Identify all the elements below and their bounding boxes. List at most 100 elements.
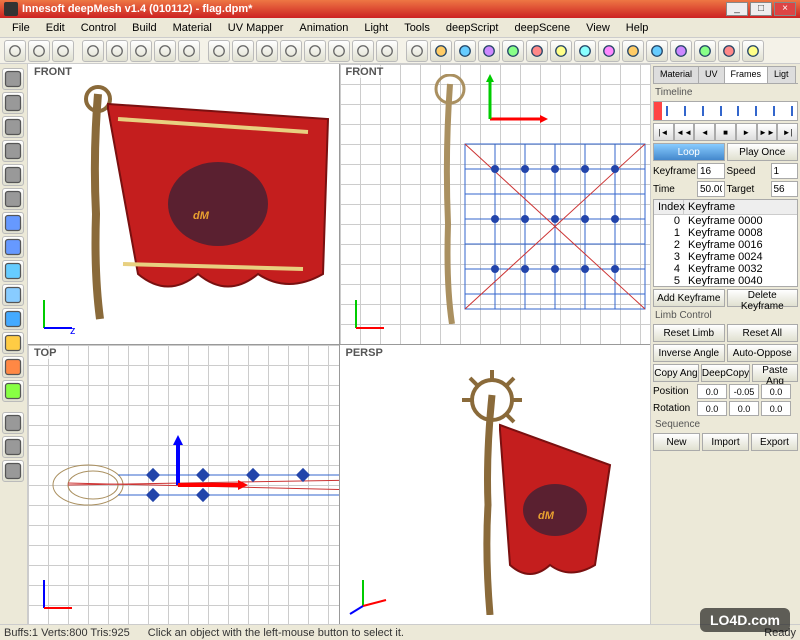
- fit-icon[interactable]: [2, 188, 24, 210]
- tube-icon[interactable]: [574, 40, 596, 62]
- pin-icon[interactable]: [742, 40, 764, 62]
- export-button[interactable]: Export: [751, 433, 798, 451]
- rot-x-input[interactable]: [697, 401, 727, 416]
- pos-z-input[interactable]: [761, 384, 791, 399]
- shaded-icon[interactable]: [2, 308, 24, 330]
- grid-icon[interactable]: [2, 212, 24, 234]
- rotate-icon[interactable]: [256, 40, 278, 62]
- menu-deepscript[interactable]: deepScript: [438, 20, 507, 36]
- viewport-persp[interactable]: PERSP dM: [340, 345, 651, 625]
- loop-button[interactable]: Loop: [653, 143, 725, 161]
- orbit-icon[interactable]: [2, 164, 24, 186]
- copy-icon[interactable]: [106, 40, 128, 62]
- step-back-button[interactable]: ◄◄: [674, 123, 695, 141]
- menu-control[interactable]: Control: [73, 20, 124, 36]
- close-button[interactable]: ×: [774, 2, 796, 16]
- tab-uv[interactable]: UV: [698, 66, 725, 83]
- sphere-icon[interactable]: [454, 40, 476, 62]
- quad-icon[interactable]: [2, 236, 24, 258]
- pos-y-input[interactable]: [729, 384, 759, 399]
- single-icon[interactable]: [2, 260, 24, 282]
- deep-copy-button[interactable]: DeepCopy: [701, 364, 750, 382]
- menu-file[interactable]: File: [4, 20, 38, 36]
- cone-icon[interactable]: [526, 40, 548, 62]
- delete-keyframe-button[interactable]: Delete Keyframe: [727, 289, 799, 307]
- menu-view[interactable]: View: [578, 20, 618, 36]
- redo-icon[interactable]: [178, 40, 200, 62]
- import-button[interactable]: Import: [702, 433, 749, 451]
- plane-icon[interactable]: [646, 40, 668, 62]
- keyframe-row[interactable]: 1Keyframe 0008: [654, 227, 797, 239]
- axis-x-icon[interactable]: [2, 436, 24, 458]
- menu-edit[interactable]: Edit: [38, 20, 73, 36]
- menu-material[interactable]: Material: [165, 20, 220, 36]
- star-icon[interactable]: [694, 40, 716, 62]
- pan-icon[interactable]: [2, 92, 24, 114]
- color-icon[interactable]: [2, 356, 24, 378]
- cut-icon[interactable]: [82, 40, 104, 62]
- keyframe-row[interactable]: 0Keyframe 0000: [654, 215, 797, 227]
- pointer-icon[interactable]: [2, 68, 24, 90]
- textured-icon[interactable]: [2, 332, 24, 354]
- edge-icon[interactable]: [376, 40, 398, 62]
- face-icon[interactable]: [352, 40, 374, 62]
- add-keyframe-button[interactable]: Add Keyframe: [653, 289, 725, 307]
- rot-z-input[interactable]: [761, 401, 791, 416]
- menu-tools[interactable]: Tools: [396, 20, 438, 36]
- wire-icon[interactable]: [2, 284, 24, 306]
- tab-material[interactable]: Material: [653, 66, 699, 83]
- new-button[interactable]: New: [653, 433, 700, 451]
- minimize-button[interactable]: _: [726, 2, 748, 16]
- open-icon[interactable]: [28, 40, 50, 62]
- inverse-angle-button[interactable]: Inverse Angle: [653, 344, 725, 362]
- new-icon[interactable]: [4, 40, 26, 62]
- axis-y-icon[interactable]: [2, 412, 24, 434]
- rotate-view-icon[interactable]: [2, 140, 24, 162]
- copy-ang-button[interactable]: Copy Ang: [653, 364, 699, 382]
- gear-icon[interactable]: [718, 40, 740, 62]
- undo-icon[interactable]: [154, 40, 176, 62]
- zoom-icon[interactable]: [2, 116, 24, 138]
- reset-all-button[interactable]: Reset All: [727, 324, 799, 342]
- select-icon[interactable]: [208, 40, 230, 62]
- keyframe-row[interactable]: 5Keyframe 0040: [654, 275, 797, 287]
- viewport-top[interactable]: TOP: [28, 345, 339, 625]
- scale-icon[interactable]: [280, 40, 302, 62]
- menu-light[interactable]: Light: [356, 20, 396, 36]
- auto-oppose-button[interactable]: Auto-Oppose: [727, 344, 799, 362]
- viewport-front-wire[interactable]: FRONT: [340, 64, 651, 344]
- render-icon[interactable]: [2, 380, 24, 402]
- play-button[interactable]: ►: [736, 123, 757, 141]
- timeline-scrubber[interactable]: [653, 101, 798, 121]
- stop-button[interactable]: ■: [715, 123, 736, 141]
- light-icon[interactable]: [406, 40, 428, 62]
- torus-icon[interactable]: [550, 40, 572, 62]
- menu-deepscene[interactable]: deepScene: [506, 20, 578, 36]
- move-icon[interactable]: [232, 40, 254, 62]
- prism-icon[interactable]: [598, 40, 620, 62]
- speed-input[interactable]: [771, 163, 799, 179]
- keyframe-row[interactable]: 3Keyframe 0024: [654, 251, 797, 263]
- paste-icon[interactable]: [130, 40, 152, 62]
- maximize-button[interactable]: □: [750, 2, 772, 16]
- mesh-icon[interactable]: [304, 40, 326, 62]
- cylinder-icon[interactable]: [502, 40, 524, 62]
- menu-help[interactable]: Help: [618, 20, 657, 36]
- keyframe-input[interactable]: [697, 163, 725, 179]
- menu-animation[interactable]: Animation: [291, 20, 356, 36]
- play-back-button[interactable]: ◄: [694, 123, 715, 141]
- target-input[interactable]: [771, 181, 799, 197]
- tab-frames[interactable]: Frames: [724, 66, 769, 83]
- vertex-icon[interactable]: [328, 40, 350, 62]
- camera-icon[interactable]: [430, 40, 452, 62]
- pos-x-input[interactable]: [697, 384, 727, 399]
- reset-limb-button[interactable]: Reset Limb: [653, 324, 725, 342]
- step-fwd-button[interactable]: ►►: [757, 123, 778, 141]
- play-once-button[interactable]: Play Once: [727, 143, 799, 161]
- menu-uv-mapper[interactable]: UV Mapper: [220, 20, 292, 36]
- rot-y-input[interactable]: [729, 401, 759, 416]
- tab-ligt[interactable]: Ligt: [767, 66, 796, 83]
- goto-start-button[interactable]: |◄: [653, 123, 674, 141]
- keyframe-row[interactable]: 4Keyframe 0032: [654, 263, 797, 275]
- goto-end-button[interactable]: ►|: [777, 123, 798, 141]
